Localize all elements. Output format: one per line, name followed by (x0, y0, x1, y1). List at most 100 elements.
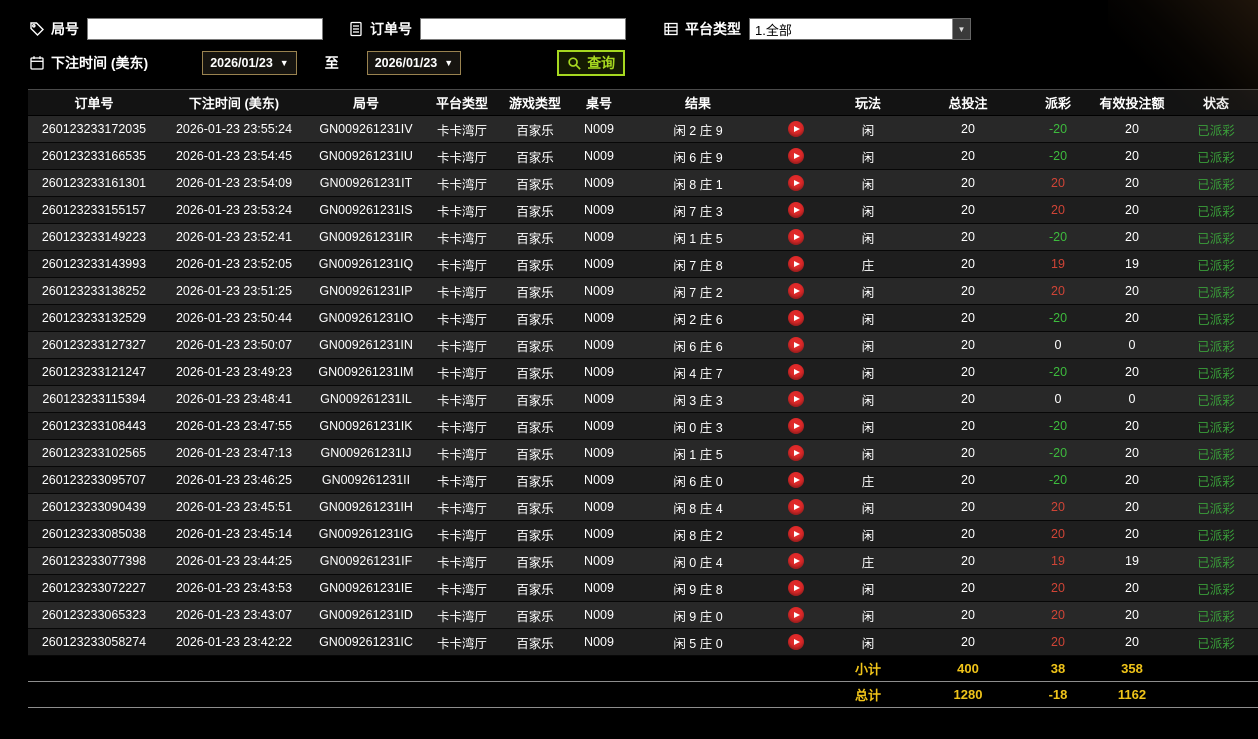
subtotal-row: 小计 400 38 358 (28, 655, 1258, 682)
cell-video[interactable] (768, 197, 824, 224)
play-video-icon[interactable] (788, 607, 804, 623)
play-video-icon[interactable] (788, 391, 804, 407)
table-row: 260123233115394 2026-01-23 23:48:41 GN00… (28, 385, 1258, 413)
cell-video[interactable] (768, 332, 824, 359)
round-number-input[interactable] (87, 18, 323, 40)
platform-type-value: 1.全部 (755, 22, 792, 38)
column-header: 总投注 (912, 89, 1024, 116)
play-video-icon[interactable] (788, 256, 804, 272)
cell-video[interactable] (768, 440, 824, 467)
cell-game-type: 百家乐 (516, 150, 554, 165)
cell-status: 已派彩 (1197, 285, 1235, 300)
play-video-icon[interactable] (788, 418, 804, 434)
cell-platform-type: 卡卡湾厅 (436, 447, 487, 462)
cell-valid-bet: 20 (1125, 581, 1139, 595)
cell-platform-type: 卡卡湾厅 (436, 285, 487, 300)
cell-table-number: N009 (584, 338, 614, 352)
cell-video[interactable] (768, 629, 824, 656)
cell-round-number: GN009261231ID (319, 608, 413, 622)
date-to-select[interactable]: 2026/01/23 ▼ (366, 51, 462, 75)
cell-valid-bet: 19 (1125, 554, 1139, 568)
cell-bet-time: 2026-01-23 23:44:25 (175, 554, 293, 568)
cell-bet-time: 2026-01-23 23:43:07 (175, 608, 293, 622)
cell-result: 闲 9 庄 0 (673, 609, 723, 624)
cell-video[interactable] (768, 548, 824, 575)
cell-video[interactable] (768, 143, 824, 170)
cell-valid-bet: 20 (1125, 311, 1139, 325)
cell-play-type: 闲 (861, 447, 875, 462)
cell-order-number: 260123233077398 (41, 554, 147, 568)
cell-status: 已派彩 (1197, 204, 1235, 219)
play-video-icon[interactable] (788, 445, 804, 461)
cell-video[interactable] (768, 602, 824, 629)
query-button-label: 查询 (587, 55, 616, 71)
play-video-icon[interactable] (788, 202, 804, 218)
cell-payout: -20 (1048, 419, 1068, 433)
cell-payout: -20 (1048, 149, 1068, 163)
cell-video[interactable] (768, 305, 824, 332)
cell-video[interactable] (768, 278, 824, 305)
play-video-icon[interactable] (788, 337, 804, 353)
table-row: 260123233108443 2026-01-23 23:47:55 GN00… (28, 412, 1258, 440)
cell-video[interactable] (768, 413, 824, 440)
play-video-icon[interactable] (788, 283, 804, 299)
cell-game-type: 百家乐 (516, 474, 554, 489)
cell-valid-bet: 20 (1125, 230, 1139, 244)
play-video-icon[interactable] (788, 121, 804, 137)
column-header: 桌号 (570, 89, 628, 116)
play-video-icon[interactable] (788, 364, 804, 380)
dropdown-arrow-icon[interactable]: ▼ (952, 19, 970, 39)
cell-order-number: 260123233058274 (41, 635, 147, 649)
cell-video[interactable] (768, 467, 824, 494)
cell-order-number: 260123233095707 (41, 473, 147, 487)
cell-video[interactable] (768, 494, 824, 521)
cell-payout: 0 (1054, 392, 1062, 406)
cell-play-type: 庄 (861, 474, 875, 489)
cell-video[interactable] (768, 575, 824, 602)
column-header: 订单号 (28, 89, 160, 116)
cell-status: 已派彩 (1197, 474, 1235, 489)
cell-result: 闲 4 庄 7 (673, 366, 723, 381)
cell-result: 闲 1 庄 5 (673, 231, 723, 246)
platform-type-select[interactable]: 1.全部 ▼ (749, 18, 971, 40)
cell-video[interactable] (768, 116, 824, 143)
cell-platform-type: 卡卡湾厅 (436, 420, 487, 435)
platform-type-label: 平台类型 (685, 21, 741, 37)
play-video-icon[interactable] (788, 634, 804, 650)
cell-table-number: N009 (584, 554, 614, 568)
cell-video[interactable] (768, 521, 824, 548)
grand-total-spacer (28, 682, 824, 708)
play-video-icon[interactable] (788, 229, 804, 245)
order-number-input[interactable] (420, 18, 626, 40)
play-video-icon[interactable] (788, 526, 804, 542)
play-video-icon[interactable] (788, 148, 804, 164)
round-number-label: 局号 (51, 21, 79, 37)
query-button[interactable]: 查询 (557, 50, 626, 76)
play-video-icon[interactable] (788, 175, 804, 191)
cell-platform-type: 卡卡湾厅 (436, 177, 487, 192)
cell-order-number: 260123233138252 (41, 284, 147, 298)
cell-result: 闲 2 庄 6 (673, 312, 723, 327)
play-video-icon[interactable] (788, 580, 804, 596)
cell-video[interactable] (768, 386, 824, 413)
cell-status: 已派彩 (1197, 177, 1235, 192)
grand-total-row: 总计 1280 -18 1162 (28, 681, 1258, 708)
tag-icon (28, 20, 46, 38)
cell-video[interactable] (768, 359, 824, 386)
play-video-icon[interactable] (788, 499, 804, 515)
cell-round-number: GN009261231IL (320, 392, 412, 406)
cell-video[interactable] (768, 251, 824, 278)
cell-result: 闲 7 庄 3 (673, 204, 723, 219)
cell-video[interactable] (768, 224, 824, 251)
cell-video[interactable] (768, 170, 824, 197)
date-from-select[interactable]: 2026/01/23 ▼ (202, 51, 297, 75)
column-header: 结果 (628, 89, 768, 116)
cell-result: 闲 1 庄 5 (673, 447, 723, 462)
cell-valid-bet: 20 (1125, 473, 1139, 487)
play-video-icon[interactable] (788, 472, 804, 488)
play-video-icon[interactable] (788, 310, 804, 326)
cell-payout: 20 (1051, 203, 1065, 217)
play-video-icon[interactable] (788, 553, 804, 569)
cell-bet-time: 2026-01-23 23:47:13 (175, 446, 293, 460)
cell-game-type: 百家乐 (516, 420, 554, 435)
